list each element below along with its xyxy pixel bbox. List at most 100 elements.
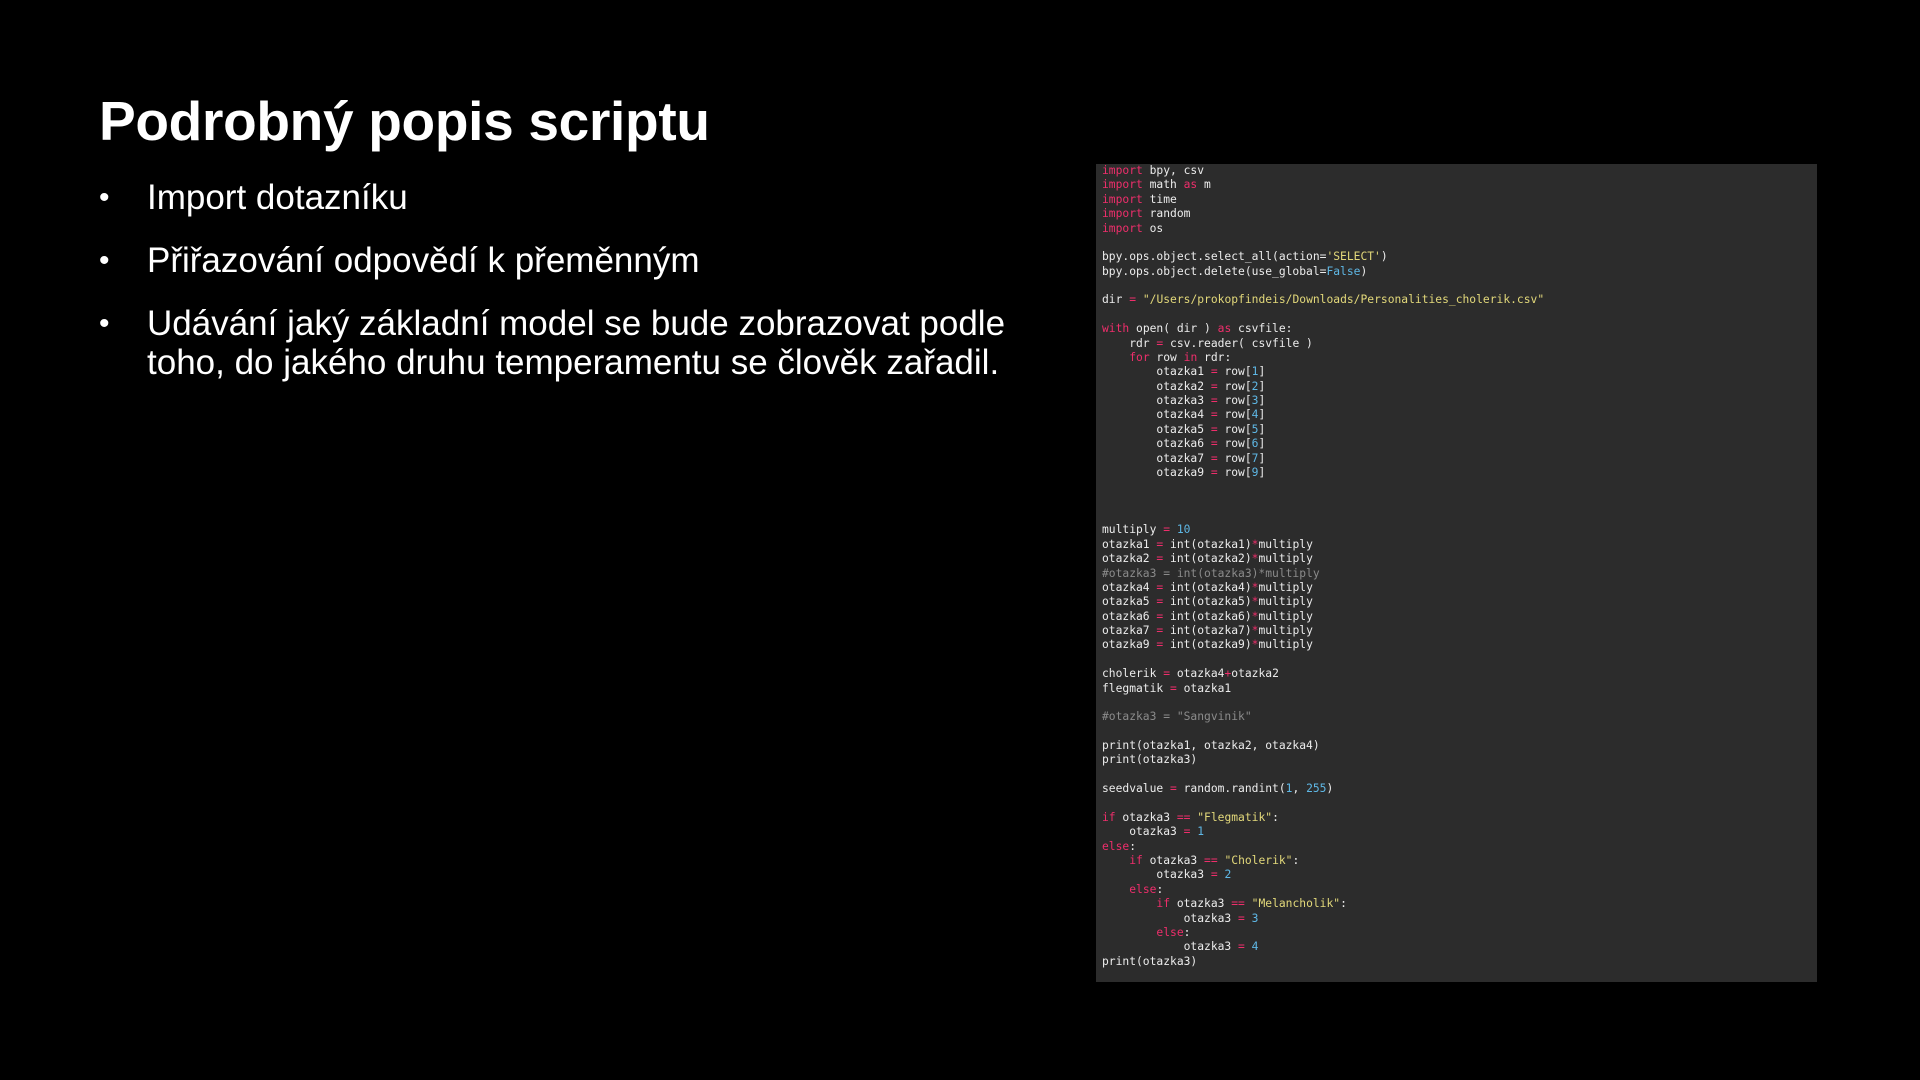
code-token: = (1129, 293, 1137, 307)
code-token: os (1142, 221, 1164, 235)
code-token: == (1204, 854, 1218, 867)
code-line: if otazka3 == "Flegmatik": (1102, 811, 1817, 825)
code-line: otazka1 = int(otazka1)*multiply (1102, 538, 1817, 552)
code-token: 4 (1251, 940, 1259, 954)
code-token: otazka1 (1102, 365, 1211, 379)
code-token: int(otazka9) (1163, 638, 1252, 652)
code-token: otazka2 (1102, 552, 1157, 566)
code-token: bpy.ops.object.delete(use_global= (1102, 264, 1327, 278)
code-line: otazka6 = row[6] (1102, 437, 1817, 451)
code-line: otazka9 = int(otazka9)*multiply (1102, 638, 1817, 652)
code-token: int(otazka2) (1163, 552, 1252, 566)
code-token: int(otazka1) (1163, 537, 1252, 551)
code-token: with (1102, 322, 1130, 336)
code-token: ) (1326, 782, 1334, 796)
code-token: ] (1258, 465, 1266, 479)
code-token: cholerik (1102, 667, 1164, 681)
code-token: print(otazka3) (1102, 954, 1198, 968)
code-token: ] (1258, 422, 1266, 436)
code-token: multiply (1258, 552, 1313, 566)
code-token: ] (1258, 365, 1266, 379)
code-line: import bpy, csv (1102, 164, 1817, 178)
code-token: "Melancholik" (1251, 897, 1341, 911)
code-token: csv.reader( csvfile ) (1163, 336, 1313, 350)
code-line: otazka5 = int(otazka5)*multiply (1102, 595, 1817, 609)
code-token: ] (1258, 451, 1266, 465)
code-token: int(otazka4) (1163, 580, 1252, 594)
bullet-item: • Přiřazování odpovědí k přeměnným (99, 241, 1059, 280)
code-token: = (1238, 940, 1245, 954)
code-line: otazka2 = row[2] (1102, 380, 1817, 394)
code-token: 3 (1251, 911, 1259, 925)
code-token: csvfile: (1231, 322, 1293, 336)
code-token: otazka1 (1102, 537, 1157, 551)
code-token: else (1102, 839, 1130, 853)
code-token: otazka2 (1231, 667, 1279, 681)
code-line: import time (1102, 193, 1817, 207)
code-token: = (1210, 379, 1218, 393)
code-token: time (1142, 192, 1177, 206)
code-token: = (1210, 365, 1218, 379)
code-token: else (1156, 925, 1184, 939)
code-token: otazka7 (1102, 451, 1211, 465)
code-token: row[ (1217, 365, 1252, 379)
code-line: otazka2 = int(otazka2)*multiply (1102, 552, 1817, 566)
code-token: otazka9 (1102, 465, 1211, 479)
code-token: "Flegmatik" (1197, 810, 1273, 824)
code-line: import math as m (1102, 178, 1817, 192)
code-token: ] (1258, 379, 1266, 393)
code-token: for (1129, 350, 1150, 364)
code-token: = (1163, 667, 1171, 681)
code-line: import os (1102, 222, 1817, 236)
code-token: row (1149, 350, 1184, 364)
code-token: import (1102, 207, 1143, 221)
code-line: otazka3 = row[3] (1102, 394, 1817, 408)
code-token: multiply (1258, 609, 1313, 623)
code-line: with open( dir ) as csvfile: (1102, 322, 1817, 336)
code-line: import random (1102, 207, 1817, 221)
code-token: int(otazka6) (1163, 609, 1252, 623)
code-line: otazka3 = 4 (1102, 940, 1817, 954)
code-token: print(otazka3) (1102, 753, 1198, 767)
code-line: otazka3 = 2 (1102, 868, 1817, 882)
code-token: otazka4 (1102, 580, 1157, 594)
code-token: math (1142, 178, 1184, 192)
code-token: : (1272, 810, 1279, 824)
code-token: row[ (1217, 451, 1252, 465)
code-token: row[ (1217, 422, 1252, 436)
code-token: ] (1258, 408, 1266, 422)
code-line: flegmatik = otazka1 (1102, 682, 1817, 696)
bullet-text: Udávání jaký základní model se bude zobr… (147, 304, 1006, 382)
code-token: = (1170, 782, 1177, 796)
bullet-list: • Import dotazníku • Přiřazování odpověd… (99, 178, 1059, 406)
code-line: dir = "/Users/prokopfindeis/Downloads/Pe… (1102, 293, 1817, 307)
code-line: if otazka3 == "Cholerik": (1102, 854, 1817, 868)
code-line: otazka5 = row[5] (1102, 423, 1817, 437)
code-token: otazka3 (1170, 897, 1232, 911)
code-line: rdr = csv.reader( csvfile ) (1102, 337, 1817, 351)
code-token: otazka3 (1102, 825, 1184, 839)
code-token: ) (1380, 250, 1388, 264)
code-token: open( dir ) (1129, 322, 1218, 336)
code-token: rdr (1102, 336, 1157, 350)
code-token: : (1292, 854, 1300, 867)
code-token: as (1183, 178, 1198, 192)
code-token: : (1156, 882, 1164, 896)
code-token: 2 (1224, 868, 1232, 882)
code-token: if (1102, 810, 1116, 824)
code-token: seedvalue (1102, 782, 1171, 796)
code-line: print(otazka1, otazka2, otazka4) (1102, 739, 1817, 753)
code-token: otazka4 (1170, 667, 1225, 681)
code-token: row[ (1217, 465, 1252, 479)
code-token: #otazka3 = int(otazka3)*multiply (1102, 566, 1320, 580)
code-token: = (1210, 422, 1218, 436)
